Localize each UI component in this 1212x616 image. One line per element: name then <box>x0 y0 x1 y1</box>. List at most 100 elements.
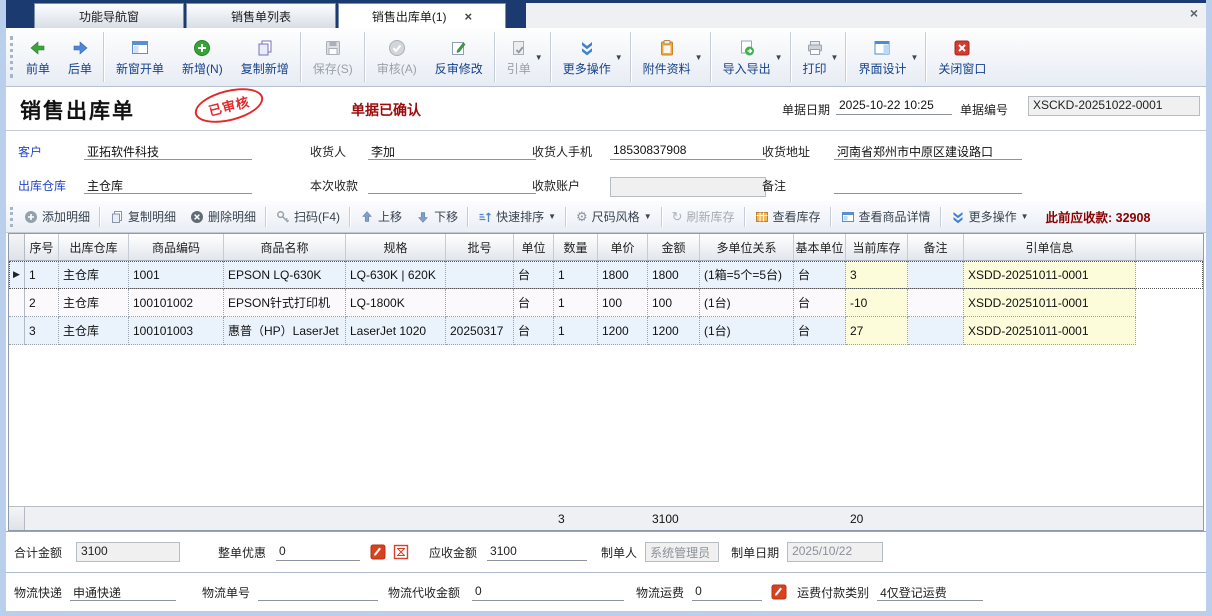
print-button[interactable]: 打印 <box>794 28 836 86</box>
next-doc-button[interactable]: 后单 <box>59 28 101 86</box>
row-selector[interactable]: ▶ <box>9 261 25 289</box>
discount-field[interactable]: 0 <box>276 544 360 561</box>
express-field[interactable]: 申通快递 <box>70 584 176 601</box>
tracking-field[interactable] <box>258 584 378 601</box>
col-header[interactable]: 数量 <box>554 234 598 260</box>
col-header[interactable]: 备注 <box>908 234 964 260</box>
cell-qty[interactable]: 1 <box>554 261 598 289</box>
remark-field[interactable] <box>834 177 1022 194</box>
cell-product-code[interactable]: 100101003 <box>129 317 224 345</box>
col-header[interactable]: 金额 <box>648 234 700 260</box>
col-header[interactable]: 引单信息 <box>964 234 1136 260</box>
delete-detail-button[interactable]: 删除明细 <box>183 201 263 232</box>
cell-amount[interactable]: 1800 <box>648 261 700 289</box>
cell-remark[interactable] <box>908 261 964 289</box>
cell-remark[interactable] <box>908 317 964 345</box>
detail-more-actions-button[interactable]: 更多操作 ▼ <box>944 201 1036 232</box>
round-off-seal-icon[interactable] <box>393 544 409 560</box>
freight-field[interactable]: 0 <box>692 584 762 601</box>
tab-close-icon[interactable]: × <box>465 10 473 23</box>
cell-product-code[interactable]: 1001 <box>129 261 224 289</box>
prev-doc-button[interactable]: 前单 <box>17 28 59 86</box>
doc-date-field[interactable]: 2025-10-22 10:25 <box>836 98 952 115</box>
cell-price[interactable]: 1800 <box>598 261 648 289</box>
cell-multi-unit[interactable]: (1台) <box>700 289 794 317</box>
cell-remark[interactable] <box>908 289 964 317</box>
view-product-detail-button[interactable]: 查看商品详情 <box>834 201 938 232</box>
warehouse-field[interactable]: 主仓库 <box>84 177 252 194</box>
size-style-button[interactable]: ⚙ 尺码风格 ▼ <box>569 201 659 232</box>
close-window-button[interactable]: 关闭窗口 <box>929 28 995 86</box>
cell-stock[interactable]: -10 <box>846 289 908 317</box>
attachments-button[interactable]: 附件资料 <box>634 28 700 86</box>
cell-source-order[interactable]: XSDD-20251011-0001 <box>964 261 1136 289</box>
receivable-field[interactable]: 3100 <box>487 544 587 561</box>
table-row[interactable]: ▶ 1 主仓库 1001 EPSON LQ-630K LQ-630K | 620… <box>9 261 1203 289</box>
cell-spec[interactable]: LQ-1800K <box>346 289 446 317</box>
cell-price[interactable]: 100 <box>598 289 648 317</box>
cell-batch[interactable] <box>446 289 514 317</box>
view-stock-button[interactable]: 查看库存 <box>748 201 828 232</box>
col-header[interactable]: 单价 <box>598 234 648 260</box>
row-selector[interactable] <box>9 317 25 345</box>
copy-new-button[interactable]: 复制新增 <box>232 28 298 86</box>
cell-unit[interactable]: 台 <box>514 261 554 289</box>
cell-source-order[interactable]: XSDD-20251011-0001 <box>964 317 1136 345</box>
cell-product-code[interactable]: 100101002 <box>129 289 224 317</box>
window-close-icon[interactable]: × <box>1190 5 1198 21</box>
cell-source-order[interactable]: XSDD-20251011-0001 <box>964 289 1136 317</box>
cell-amount[interactable]: 1200 <box>648 317 700 345</box>
more-actions-button[interactable]: 更多操作 <box>554 28 620 86</box>
cell-base-unit[interactable]: 台 <box>794 261 846 289</box>
cell-base-unit[interactable]: 台 <box>794 289 846 317</box>
dropdown-arrow-icon[interactable]: ▼ <box>615 53 628 62</box>
col-header[interactable]: 序号 <box>25 234 59 260</box>
cell-batch[interactable] <box>446 261 514 289</box>
tab-sales-list[interactable]: 销售单列表 <box>186 3 336 28</box>
cell-stock[interactable]: 27 <box>846 317 908 345</box>
new-button[interactable]: 新增(N) <box>173 28 232 86</box>
import-export-button[interactable]: 导入导出 <box>714 28 780 86</box>
ui-design-button[interactable]: 界面设计 <box>849 28 915 86</box>
tab-sales-outbound[interactable]: 销售出库单(1) × <box>338 3 506 28</box>
col-header[interactable]: 单位 <box>514 234 554 260</box>
cell-multi-unit[interactable]: (1台) <box>700 317 794 345</box>
cell-spec[interactable]: LQ-630K | 620K <box>346 261 446 289</box>
table-row[interactable]: 3 主仓库 100101003 惠普（HP）LaserJet LaserJet … <box>9 317 1203 345</box>
copy-detail-button[interactable]: 复制明细 <box>103 201 183 232</box>
quick-sort-button[interactable]: 快速排序 ▼ <box>471 201 563 232</box>
dropdown-arrow-icon[interactable]: ▼ <box>1021 212 1029 221</box>
cell-product-name[interactable]: 惠普（HP）LaserJet <box>224 317 346 345</box>
address-field[interactable]: 河南省郑州市中原区建设路口 <box>834 143 1022 160</box>
customer-field[interactable]: 亚拓软件科技 <box>84 143 252 160</box>
scan-button[interactable]: 扫码(F4) <box>269 201 347 232</box>
cod-field[interactable]: 0 <box>472 584 624 601</box>
cell-amount[interactable]: 100 <box>648 289 700 317</box>
cell-unit[interactable]: 台 <box>514 317 554 345</box>
cell-unit[interactable]: 台 <box>514 289 554 317</box>
dropdown-arrow-icon[interactable]: ▼ <box>644 212 652 221</box>
cell-batch[interactable]: 20250317 <box>446 317 514 345</box>
cell-base-unit[interactable]: 台 <box>794 317 846 345</box>
col-header[interactable]: 基本单位 <box>794 234 846 260</box>
cell-product-name[interactable]: EPSON针式打印机 <box>224 289 346 317</box>
cell-seq[interactable]: 2 <box>25 289 59 317</box>
cell-seq[interactable]: 1 <box>25 261 59 289</box>
cell-spec[interactable]: LaserJet 1020 <box>346 317 446 345</box>
dropdown-arrow-icon[interactable]: ▼ <box>548 212 556 221</box>
cell-seq[interactable]: 3 <box>25 317 59 345</box>
move-down-button[interactable]: 下移 <box>409 201 465 232</box>
cell-multi-unit[interactable]: (1箱=5个=5台) <box>700 261 794 289</box>
dropdown-arrow-icon[interactable]: ▼ <box>831 53 844 62</box>
dropdown-arrow-icon[interactable]: ▼ <box>695 53 708 62</box>
col-header[interactable]: 商品编码 <box>129 234 224 260</box>
freight-type-field[interactable]: 4仅登记运费 <box>877 584 983 601</box>
col-header[interactable]: 规格 <box>346 234 446 260</box>
col-header[interactable]: 出库仓库 <box>59 234 129 260</box>
move-up-button[interactable]: 上移 <box>353 201 409 232</box>
tab-function-nav[interactable]: 功能导航窗 <box>34 3 184 28</box>
add-detail-button[interactable]: 添加明细 <box>17 201 97 232</box>
row-selector[interactable] <box>9 289 25 317</box>
cell-product-name[interactable]: EPSON LQ-630K <box>224 261 346 289</box>
new-window-order-button[interactable]: 新窗开单 <box>107 28 173 86</box>
